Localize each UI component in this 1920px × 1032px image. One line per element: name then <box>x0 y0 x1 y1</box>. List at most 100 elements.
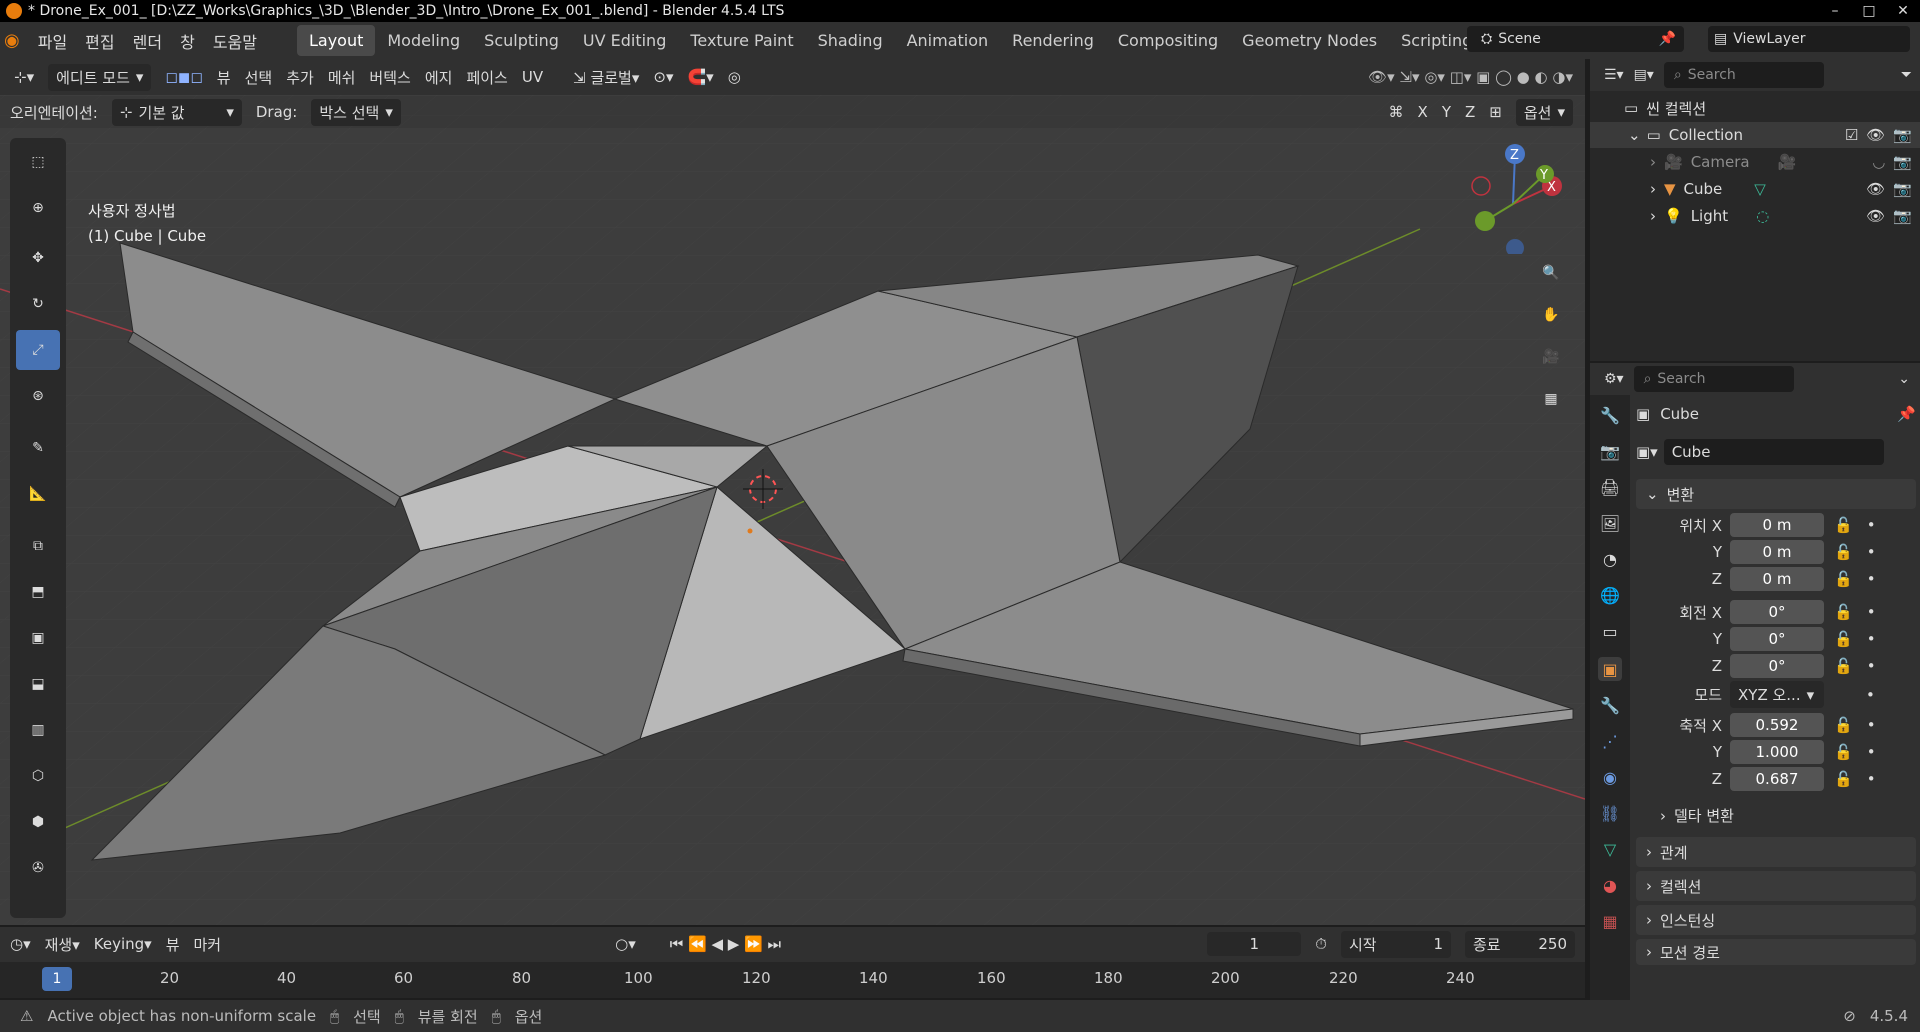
scale-icon[interactable]: ⤢ <box>16 330 60 370</box>
select-box-icon[interactable]: ⬚ <box>16 142 60 182</box>
menu-file[interactable]: 파일 <box>38 29 67 53</box>
location-y-field[interactable]: 0 m <box>1730 540 1824 564</box>
tab-uv-editing[interactable]: UV Editing <box>571 25 678 56</box>
lock-icon[interactable]: 🔓 <box>1834 743 1853 761</box>
display-mode-icon[interactable]: ▤▾ <box>1634 67 1654 83</box>
lock-icon[interactable]: 🔓 <box>1834 570 1853 588</box>
menu-uv[interactable]: UV <box>522 68 543 86</box>
filter-icon[interactable]: ⏷ <box>1901 67 1912 83</box>
ortho-grid-icon[interactable]: ▦ <box>1532 380 1570 418</box>
object-name-field[interactable]: Cube <box>1663 439 1884 465</box>
scene-name[interactable]: Scene <box>1498 31 1541 47</box>
chevron-right-icon[interactable]: › <box>1650 207 1656 225</box>
drag-dropdown[interactable]: 박스 선택 ▾ <box>311 98 401 126</box>
mirror-z-toggle[interactable]: Z <box>1465 103 1475 121</box>
viewlayer-selector[interactable]: ▤ ViewLayer <box>1708 26 1910 52</box>
scale-x-field[interactable]: 0.592 <box>1730 713 1824 737</box>
keyframe-dot-icon[interactable]: • <box>1867 716 1876 734</box>
menu-render[interactable]: 렌더 <box>133 29 162 53</box>
add-cube-icon[interactable]: ⧉ <box>16 526 60 566</box>
particles-tab-icon[interactable]: ⋰ <box>1598 729 1622 753</box>
relations-panel-header[interactable]: › 관계 <box>1636 837 1916 867</box>
lock-icon[interactable]: 🔓 <box>1834 630 1853 648</box>
lock-icon[interactable]: 🔓 <box>1834 770 1853 788</box>
instancing-panel-header[interactable]: › 인스턴싱 <box>1636 905 1916 935</box>
rotate-icon[interactable]: ↻ <box>16 284 60 324</box>
collection-tab-icon[interactable]: ▭ <box>1598 619 1622 643</box>
current-frame-indicator[interactable]: 1 <box>42 967 72 991</box>
viewlayer-name[interactable]: ViewLayer <box>1733 31 1805 47</box>
options-dropdown[interactable]: 옵션 ▾ <box>1515 98 1573 126</box>
lock-icon[interactable]: 🔓 <box>1834 603 1853 621</box>
outliner-item-camera[interactable]: › 🎥 Camera 🎥 ◡ 📷 <box>1590 149 1920 175</box>
close-button[interactable]: ✕ <box>1886 0 1920 22</box>
overlay-icons[interactable]: 👁▾ ⇲▾ ◎▾ ◫▾ ▣ ◯ ● ◐ ◑▾ <box>1368 68 1573 86</box>
topology-icon[interactable]: ⊞ <box>1489 103 1502 121</box>
menu-edit[interactable]: 편집 <box>85 29 114 53</box>
blender-menu-icon[interactable]: ◉ <box>4 30 20 51</box>
keying-menu[interactable]: Keying▾ <box>94 935 152 953</box>
tab-layout[interactable]: Layout <box>296 25 376 56</box>
menu-select[interactable]: 선택 <box>245 67 273 88</box>
object-type-icon[interactable]: ▣▾ <box>1636 443 1658 461</box>
auto-key-icon[interactable]: ○▾ <box>615 935 636 953</box>
properties-editor-icon[interactable]: ⚙▾ <box>1604 371 1624 387</box>
eye-hidden-icon[interactable]: ◡ <box>1872 153 1885 171</box>
tab-rendering[interactable]: Rendering <box>1000 25 1106 56</box>
end-frame-field[interactable]: 종료 250 <box>1465 930 1575 958</box>
scene-collection-row[interactable]: ▭ 씬 컬렉션 <box>1590 95 1920 121</box>
mirror-y-toggle[interactable]: Y <box>1442 103 1451 121</box>
keyframe-dot-icon[interactable]: • <box>1867 770 1876 788</box>
spin-icon[interactable]: ✇ <box>16 848 60 888</box>
scale-y-field[interactable]: 1.000 <box>1730 740 1824 764</box>
menu-edge[interactable]: 에지 <box>425 67 453 88</box>
output-tab-icon[interactable]: 🖨 <box>1598 475 1622 499</box>
timeline-editor-icon[interactable]: ◷▾ <box>10 935 31 953</box>
world-tab-icon[interactable]: 🌐 <box>1598 583 1622 607</box>
motion-paths-panel-header[interactable]: › 모션 경로 <box>1636 939 1916 965</box>
rotation-mode-dropdown[interactable]: XYZ 오... ▾ <box>1730 681 1824 708</box>
texture-tab-icon[interactable]: ▦ <box>1598 909 1622 933</box>
view-menu[interactable]: 뷰 <box>166 934 180 955</box>
tab-texture-paint[interactable]: Texture Paint <box>678 25 805 56</box>
transform-panel-header[interactable]: ⌄ 변환 <box>1636 479 1916 509</box>
pin-icon[interactable]: 📌 <box>1897 405 1916 423</box>
proportional-icon[interactable]: ◎ <box>728 68 741 86</box>
inset-icon[interactable]: ▣ <box>16 618 60 658</box>
keyframe-dot-icon[interactable]: • <box>1867 570 1876 588</box>
keyframe-dot-icon[interactable]: • <box>1867 657 1876 675</box>
camera-view-icon[interactable]: 🎥 <box>1532 338 1570 376</box>
cursor-icon[interactable]: ⊕ <box>16 188 60 228</box>
playback-controls[interactable]: ⏮ ⏪ ◀ ▶ ⏩ ⏭ <box>670 935 781 953</box>
scale-z-field[interactable]: 0.687 <box>1730 767 1824 791</box>
eye-icon[interactable]: 👁 <box>1866 207 1885 225</box>
tab-compositing[interactable]: Compositing <box>1106 25 1230 56</box>
checkbox-icon[interactable]: ☑ <box>1845 126 1858 144</box>
menu-mesh[interactable]: 메쉬 <box>328 67 356 88</box>
chevron-right-icon[interactable]: › <box>1650 153 1656 171</box>
collections-panel-header[interactable]: › 컬렉션 <box>1636 871 1916 901</box>
current-frame-field[interactable]: 1 <box>1207 932 1302 956</box>
rotation-z-field[interactable]: 0° <box>1730 654 1824 678</box>
render-tab-icon[interactable]: 📷 <box>1598 439 1622 463</box>
lock-icon[interactable]: 🔓 <box>1834 657 1853 675</box>
object-tab-icon[interactable]: ▣ <box>1598 657 1622 681</box>
pin-icon[interactable]: 📌 <box>1659 31 1676 47</box>
zoom-icon[interactable]: 🔍 <box>1532 254 1570 292</box>
scene-tab-icon[interactable]: ◔ <box>1598 547 1622 571</box>
data-tab-icon[interactable]: ▽ <box>1598 837 1622 861</box>
rotation-x-field[interactable]: 0° <box>1730 600 1824 624</box>
outliner-editor-icon[interactable]: ☰▾ <box>1604 67 1624 83</box>
properties-search[interactable]: ⌕ Search <box>1633 366 1794 392</box>
marker-menu[interactable]: 마커 <box>194 934 222 955</box>
keyframe-dot-icon[interactable]: • <box>1867 743 1876 761</box>
navigation-gizmo[interactable]: Z X Y <box>1460 144 1570 254</box>
location-z-field[interactable]: 0 m <box>1730 567 1824 591</box>
poly-build-icon[interactable]: ⬢ <box>16 802 60 842</box>
tab-geometry-nodes[interactable]: Geometry Nodes <box>1230 25 1389 56</box>
chevron-right-icon[interactable]: › <box>1650 180 1656 198</box>
extrude-icon[interactable]: ⬒ <box>16 572 60 612</box>
stopwatch-icon[interactable]: ⏱ <box>1315 935 1327 953</box>
keyframe-dot-icon[interactable]: • <box>1867 603 1876 621</box>
minimize-button[interactable]: – <box>1818 0 1852 22</box>
